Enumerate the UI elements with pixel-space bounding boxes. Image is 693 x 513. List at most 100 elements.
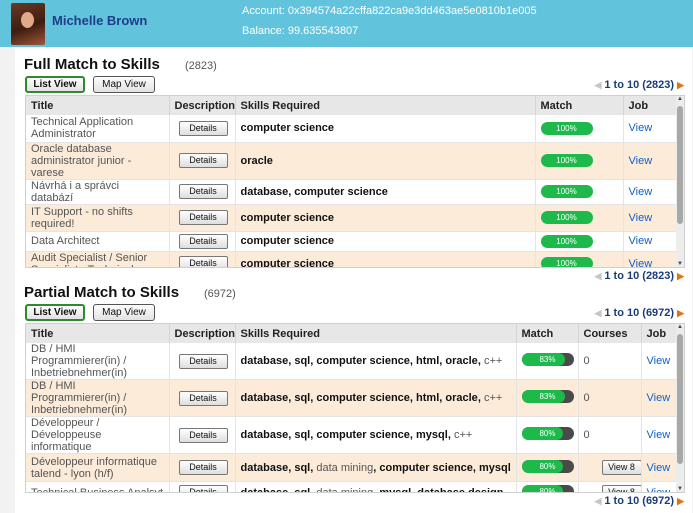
match-cell: 100% bbox=[535, 179, 624, 205]
table-row: Technical Application Administrator Detai… bbox=[26, 115, 679, 143]
match-percent: 80% bbox=[539, 429, 556, 438]
full-pager-top: ◀ 1 to 10 (2823) ▶ bbox=[594, 79, 684, 91]
details-button[interactable]: Details bbox=[178, 256, 228, 267]
description-cell: Details bbox=[169, 179, 236, 205]
job-cell: View bbox=[641, 481, 679, 493]
scroll-thumb[interactable] bbox=[677, 334, 683, 464]
arrow-left-icon[interactable]: ◀ bbox=[594, 496, 601, 506]
full-table-scrollbar[interactable]: ▲ ▼ bbox=[676, 96, 684, 267]
arrow-right-icon[interactable]: ▶ bbox=[677, 496, 684, 506]
details-button[interactable]: Details bbox=[178, 353, 228, 369]
arrow-right-icon[interactable]: ▶ bbox=[677, 308, 684, 318]
arrow-right-icon[interactable]: ▶ bbox=[677, 80, 684, 90]
details-button[interactable]: Details bbox=[178, 233, 228, 249]
scroll-thumb[interactable] bbox=[677, 106, 683, 224]
details-button[interactable]: Details bbox=[178, 485, 228, 492]
match-percent: 83% bbox=[539, 392, 556, 401]
top-header: Michelle Brown Account: 0x394574a22cffa8… bbox=[0, 0, 693, 47]
match-bar: 80% bbox=[521, 484, 574, 493]
column-header: Title bbox=[26, 324, 170, 343]
account-balance: Balance: 99.635543807 bbox=[242, 25, 359, 37]
user-name[interactable]: Michelle Brown bbox=[52, 13, 147, 28]
column-header: Job bbox=[623, 96, 679, 115]
match-cell: 80% bbox=[516, 416, 579, 454]
match-bar: 100% bbox=[540, 234, 593, 248]
description-cell: Details bbox=[169, 115, 236, 143]
courses-cell: 0 bbox=[578, 416, 642, 454]
skills-required: database, sql, data mining, mysql, datab… bbox=[235, 481, 517, 492]
scroll-up-icon[interactable]: ▲ bbox=[676, 324, 684, 330]
full-pager-bottom: ◀ 1 to 10 (2823) ▶ bbox=[594, 270, 684, 282]
scroll-down-icon[interactable]: ▼ bbox=[676, 486, 684, 492]
partial-match-title: Partial Match to Skills bbox=[24, 284, 180, 301]
job-cell: View bbox=[641, 343, 679, 380]
details-button[interactable]: Details bbox=[178, 427, 228, 443]
arrow-left-icon[interactable]: ◀ bbox=[594, 80, 601, 90]
column-header: Description bbox=[169, 324, 236, 343]
partial-list-view-button[interactable]: List View bbox=[25, 304, 85, 321]
scroll-up-icon[interactable]: ▲ bbox=[676, 96, 684, 102]
arrow-left-icon[interactable]: ◀ bbox=[594, 308, 601, 318]
scroll-down-icon[interactable]: ▼ bbox=[676, 261, 684, 267]
match-bar: 100% bbox=[540, 211, 593, 224]
skills-required: database, sql, computer science, html, o… bbox=[235, 379, 517, 417]
view-job-link[interactable]: View bbox=[647, 487, 671, 493]
job-title: DB / HMI Programmierer(in) / Inbetriebne… bbox=[26, 379, 170, 417]
description-cell: Details bbox=[169, 416, 236, 454]
view-job-link[interactable]: View bbox=[629, 235, 653, 247]
skills-required: computer science bbox=[235, 251, 536, 267]
match-percent: 100% bbox=[556, 156, 577, 165]
match-cell: 100% bbox=[535, 251, 624, 267]
match-bar: 100% bbox=[540, 257, 593, 267]
job-title: Développeur / Développeuse informatique bbox=[26, 416, 170, 454]
details-button[interactable]: Details bbox=[178, 390, 228, 406]
job-title: Návrhá i a správci databází bbox=[26, 179, 170, 205]
description-cell: Details bbox=[169, 251, 236, 267]
match-percent: 80% bbox=[539, 486, 556, 493]
job-cell: View bbox=[623, 179, 679, 205]
skills-required: computer science bbox=[235, 204, 536, 232]
view-job-link[interactable]: View bbox=[629, 186, 653, 198]
job-title: Audit Specialist / Senior Specialist - T… bbox=[26, 251, 170, 267]
full-match-title: Full Match to Skills bbox=[24, 56, 160, 73]
view-job-link[interactable]: View bbox=[629, 122, 653, 134]
job-cell: View bbox=[623, 142, 679, 180]
details-button[interactable]: Details bbox=[178, 460, 228, 475]
view-job-link[interactable]: View bbox=[647, 392, 671, 404]
arrow-left-icon[interactable]: ◀ bbox=[594, 271, 601, 281]
job-title: Data Architect bbox=[26, 231, 170, 252]
table-row: Développeur informatique talend - lyon (… bbox=[26, 453, 679, 482]
column-header: Courses bbox=[578, 324, 642, 343]
job-cell: View bbox=[623, 204, 679, 232]
match-percent: 80% bbox=[539, 461, 556, 471]
view-job-link[interactable]: View bbox=[647, 429, 671, 441]
user-avatar[interactable] bbox=[11, 3, 45, 45]
job-cell: View bbox=[623, 231, 679, 252]
details-button[interactable]: Details bbox=[178, 210, 228, 225]
partial-table-scrollbar[interactable]: ▲ ▼ bbox=[676, 324, 684, 492]
partial-pager-top: ◀ 1 to 10 (6972) ▶ bbox=[594, 307, 684, 319]
courses-count: 0 bbox=[583, 392, 590, 404]
view-job-link[interactable]: View bbox=[647, 355, 671, 367]
match-cell: 100% bbox=[535, 231, 624, 252]
arrow-right-icon[interactable]: ▶ bbox=[677, 271, 684, 281]
partial-map-view-button[interactable]: Map View bbox=[93, 304, 155, 321]
full-list-view-button[interactable]: List View bbox=[25, 76, 85, 93]
view-job-link[interactable]: View bbox=[629, 155, 653, 167]
table-row: DB / HMI Programmierer(in) / Inbetriebne… bbox=[26, 343, 679, 380]
details-button[interactable]: Details bbox=[178, 120, 228, 136]
description-cell: Details bbox=[169, 204, 236, 232]
view-courses-button[interactable]: View 8 bbox=[601, 460, 640, 475]
full-map-view-button[interactable]: Map View bbox=[93, 76, 155, 93]
details-button[interactable]: Details bbox=[178, 184, 228, 199]
table-row: Oracle database administrator junior - v… bbox=[26, 142, 679, 180]
column-header: Title bbox=[26, 96, 170, 115]
view-job-link[interactable]: View bbox=[647, 462, 671, 474]
details-button[interactable]: Details bbox=[178, 153, 228, 168]
view-job-link[interactable]: View bbox=[629, 212, 653, 224]
job-cell: View bbox=[623, 251, 679, 268]
view-courses-button[interactable]: View 8 bbox=[601, 485, 640, 492]
view-job-link[interactable]: View bbox=[629, 258, 653, 268]
skills-required: database, sql, computer science, mysql, … bbox=[235, 416, 517, 454]
job-title: Technical Application Administrator bbox=[26, 115, 170, 143]
